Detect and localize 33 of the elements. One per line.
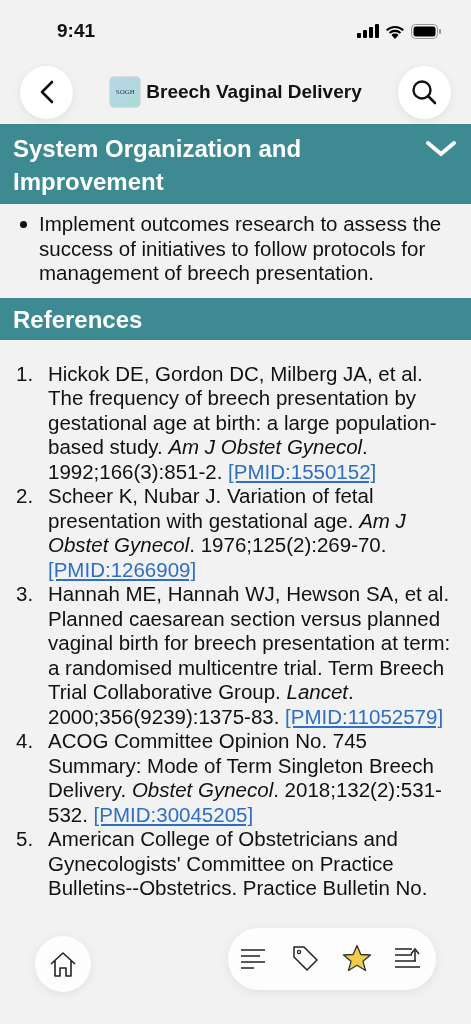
- back-button[interactable]: [20, 65, 73, 119]
- reference-number: 1.: [16, 361, 35, 387]
- tag-button[interactable]: [292, 945, 318, 971]
- section-title: References: [13, 304, 144, 335]
- signal-icon: [357, 24, 379, 38]
- home-button[interactable]: [35, 936, 91, 992]
- back-icon: [39, 80, 54, 104]
- reference-number: 2.: [16, 484, 35, 509]
- reference-text: Hickok DE, Gordon DC, Milberg JA, et al. The frequency of breech presentation by gestational age at birth: a large population-based study. Am J Obstet Gynecol. 1992;166(3):851-2. [PMID:1550152]: [48, 361, 438, 484]
- reference-text: Scheer K, Nubar J. Variation of fetal presentation with gestational age. Am J Obstet Gynecol. 1976;125(2):269-70. [PMID:1266909]: [48, 484, 407, 582]
- favorite-button[interactable]: [342, 944, 372, 972]
- bullet-text: Implement outcomes research to assess the success of initiatives to follow protocols for management of breech presentation.: [39, 212, 443, 286]
- pmid-link[interactable]: [PMID:1266909]: [48, 557, 197, 581]
- search-icon: [411, 79, 438, 105]
- section-title: System Organization and Improvement: [13, 134, 303, 197]
- search-button[interactable]: [398, 65, 451, 119]
- reference-text: ACOG Committee Opinion No. 745 Summary: Mode of Term Singleton Breech Delivery. Obstet Gynecol. 2018;132(2):531-532. [PMID:30045205]: [48, 729, 443, 827]
- reference-text: American College of Obstetricians and Gynecologists' Committee on Practice Bulletins--Obstetrics. Practice Bulletin No.: [48, 827, 429, 901]
- battery-icon: [411, 23, 441, 39]
- reference-number: 5.: [16, 827, 35, 852]
- pmid-link[interactable]: [PMID:30045205]: [93, 802, 254, 826]
- outline-button[interactable]: [240, 948, 266, 970]
- pmid-link[interactable]: [PMID:1550152]: [228, 459, 377, 483]
- pmid-link[interactable]: [PMID:11052579]: [285, 704, 444, 728]
- reference-text: Hannah ME, Hannah WJ, Hewson SA, et al. Planned caesarean section versus planned vaginal birth for breech presentation at term: a randomised multicentre trial. Term Breech Trial Collaborative Group. Lancet. 2000;356(9239):1375-83. [PMID:11052579]: [48, 582, 452, 729]
- home-icon: [49, 951, 77, 977]
- reference-number: 3.: [16, 582, 35, 607]
- chevron-icon[interactable]: [425, 140, 457, 158]
- reference-number: 4.: [16, 729, 35, 754]
- page-title: Breech Vaginal Delivery: [146, 81, 362, 103]
- bullet-icon: [20, 221, 27, 228]
- status-time: 9:41: [57, 20, 96, 42]
- wifi-icon: [385, 23, 405, 39]
